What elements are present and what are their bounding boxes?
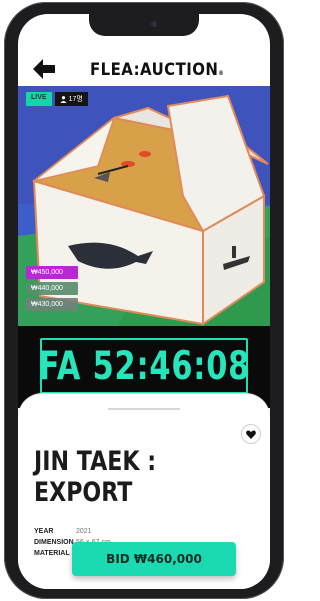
countdown-text: FA 52:46:08: [38, 343, 250, 389]
live-status: LIVE 17명: [26, 92, 88, 106]
viewer-count: 17명: [54, 92, 88, 106]
meta-label: DIMENSION: [34, 539, 74, 546]
bid-chip: ₩440,000: [26, 282, 78, 295]
place-bid-label: BID ₩460,000: [106, 552, 202, 566]
meta-label: MATERIAL: [34, 550, 70, 557]
camera-icon: [151, 21, 157, 27]
live-badge: LIVE: [26, 92, 52, 106]
meta-label: YEAR: [34, 528, 54, 535]
app-logo: FLEA:AUCTION®: [90, 60, 224, 80]
artwork-image: LIVE 17명 ₩450,000 ₩440,000 ₩430,000: [18, 86, 270, 326]
countdown-timer: FA 52:46:08: [38, 338, 250, 394]
bid-chip: ₩450,000: [26, 266, 78, 279]
artwork-title-line: EXPORT: [34, 477, 133, 508]
app-screen: FLEA:AUCTION® LIVE 17명 ₩450,000 ₩440,000…: [18, 14, 270, 589]
logo-text: FLEA:AUCTION: [90, 60, 219, 80]
person-icon: [60, 95, 67, 103]
bid-chip: ₩430,000: [26, 298, 78, 311]
arrow-left-icon: [33, 59, 55, 79]
meta-value: 2021: [76, 528, 92, 535]
sheet-drag-handle[interactable]: [108, 408, 180, 410]
viewer-count-text: 17명: [68, 96, 83, 103]
back-button[interactable]: [32, 58, 56, 80]
artwork-title: JIN TAEK : EXPORT: [34, 446, 156, 508]
artwork-title-line: JIN TAEK :: [34, 446, 157, 477]
meta-row: YEAR 2021: [34, 526, 111, 537]
device-notch: [89, 14, 199, 36]
logo-registered-mark: ®: [218, 70, 225, 77]
place-bid-button[interactable]: BID ₩460,000: [72, 542, 236, 576]
bid-history: ₩450,000 ₩440,000 ₩430,000: [26, 266, 78, 311]
like-button[interactable]: [241, 424, 261, 444]
phone-frame: FLEA:AUCTION® LIVE 17명 ₩450,000 ₩440,000…: [4, 2, 284, 599]
app-header: FLEA:AUCTION®: [18, 52, 270, 88]
heart-icon: [246, 429, 256, 439]
